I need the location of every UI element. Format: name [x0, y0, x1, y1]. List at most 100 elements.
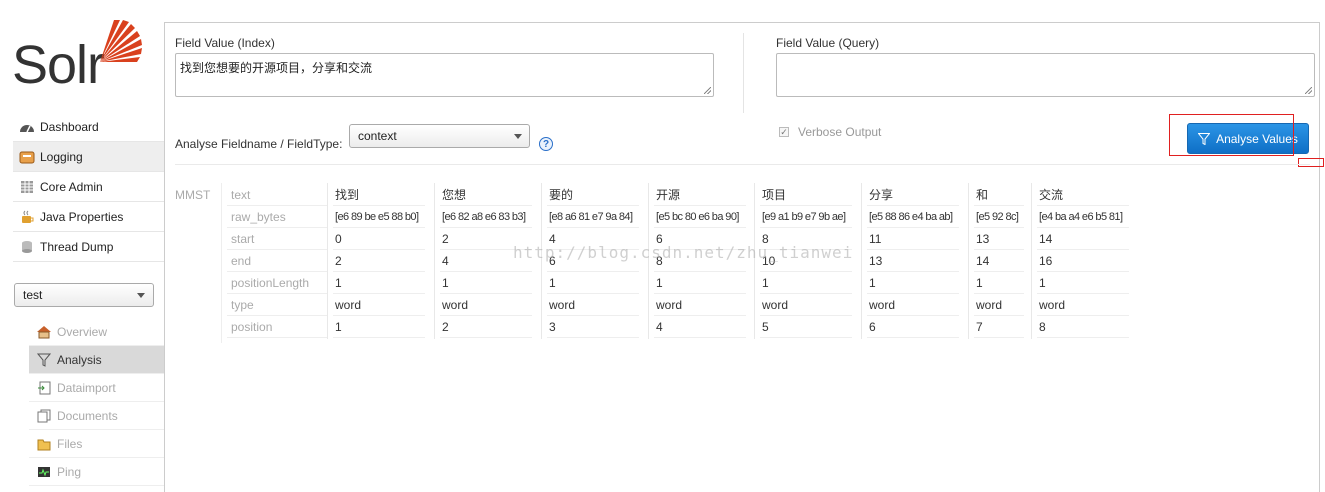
verbose-label: Verbose Output [798, 125, 882, 139]
token-start: 13 [976, 232, 990, 246]
index-field-input[interactable]: 找到您想要的开源项目，分享和交流 [175, 53, 714, 97]
core-nav-label: Files [57, 436, 83, 451]
cell-divider [333, 249, 425, 250]
chevron-down-icon [514, 134, 522, 139]
row-divider [227, 337, 327, 338]
cell-divider [440, 271, 532, 272]
resize-grip-icon[interactable] [1305, 87, 1312, 94]
token-text: 开源 [656, 188, 681, 202]
dashboard-icon [19, 120, 35, 134]
nav-java-properties[interactable]: Java Properties [13, 202, 164, 232]
cell-divider [654, 271, 746, 272]
java-icon [19, 210, 35, 224]
funnel-icon [36, 353, 52, 367]
cell-divider [654, 337, 746, 338]
token-end: 13 [869, 254, 883, 268]
token-position: 4 [656, 320, 663, 334]
cell-divider [867, 271, 959, 272]
token-positionLength: 1 [656, 276, 663, 290]
column-divider [743, 33, 744, 113]
help-icon[interactable]: ? [539, 137, 553, 151]
nav-dashboard[interactable]: Dashboard [13, 112, 164, 142]
cell-divider [440, 227, 532, 228]
solr-logo[interactable]: Solr [12, 18, 152, 93]
column-divider [327, 183, 328, 339]
core-nav-label: Documents [57, 408, 118, 423]
token-position: 1 [335, 320, 342, 334]
token-type: word [869, 298, 896, 312]
token-position: 3 [549, 320, 556, 334]
property-name: text [231, 188, 251, 202]
solr-sun-icon [100, 20, 142, 62]
core-admin-icon [19, 180, 35, 194]
token-positionLength: 1 [762, 276, 769, 290]
cell-divider [547, 271, 639, 272]
watermark: http://blog.csdn.net/zhu_tianwei [513, 243, 854, 262]
token-start: 2 [442, 232, 449, 246]
core-nav-overview[interactable]: Overview [29, 318, 164, 346]
query-field-input[interactable] [776, 53, 1315, 97]
property-name: position [231, 320, 273, 334]
column-divider [1031, 183, 1032, 339]
nav-thread-dump[interactable]: Thread Dump [13, 232, 164, 262]
token-raw_bytes: [e5 92 8c] [976, 211, 1019, 223]
token-positionLength: 1 [335, 276, 342, 290]
fieldtype-label: Analyse Fieldname / FieldType: [175, 137, 343, 151]
column-divider [861, 183, 862, 339]
column-divider [434, 183, 435, 339]
analyzer-divider [221, 183, 222, 343]
home-icon [36, 325, 52, 339]
analyzer-name: MMST [175, 188, 211, 202]
cell-divider [440, 337, 532, 338]
token-type: word [442, 298, 469, 312]
property-name: start [231, 232, 255, 246]
core-nav-documents[interactable]: Documents [29, 402, 164, 430]
token-position: 8 [1039, 320, 1046, 334]
section-divider [175, 164, 1310, 165]
core-nav-label: Dataimport [57, 380, 116, 395]
cell-divider [547, 227, 639, 228]
token-text: 要的 [549, 188, 574, 202]
cell-divider [867, 315, 959, 316]
nav-label: Dashboard [40, 119, 99, 134]
token-raw_bytes: [e8 a6 81 e7 9a 84] [549, 211, 633, 223]
token-type: word [1039, 298, 1066, 312]
token-positionLength: 1 [442, 276, 449, 290]
main-nav: Dashboard Logging Core Admin Java Proper… [13, 112, 164, 262]
core-nav: Overview Analysis Dataimport Documents F… [29, 318, 164, 486]
verbose-output-toggle[interactable]: ✓ Verbose Output [779, 125, 881, 139]
token-raw_bytes: [e6 89 be e5 88 b0] [335, 211, 419, 223]
index-field-value: 找到您想要的开源项目，分享和交流 [180, 61, 373, 75]
fieldtype-value: context [358, 129, 397, 143]
token-end: 14 [976, 254, 990, 268]
nav-logging[interactable]: Logging [13, 142, 164, 172]
core-selector[interactable]: test [14, 283, 154, 307]
token-positionLength: 1 [976, 276, 983, 290]
column-divider [968, 183, 969, 339]
nav-label: Thread Dump [40, 239, 114, 254]
verbose-checkbox[interactable]: ✓ [779, 127, 789, 137]
nav-core-admin[interactable]: Core Admin [13, 172, 164, 202]
token-start: 0 [335, 232, 342, 246]
cell-divider [760, 271, 852, 272]
core-nav-analysis[interactable]: Analysis [29, 346, 164, 374]
token-text: 分享 [869, 188, 894, 202]
core-nav-dataimport[interactable]: Dataimport [29, 374, 164, 402]
chevron-down-icon [137, 293, 145, 298]
cell-divider [1037, 271, 1129, 272]
core-selector-value: test [23, 288, 43, 302]
logging-icon [19, 150, 35, 164]
cell-divider [1037, 337, 1129, 338]
token-position: 6 [869, 320, 876, 334]
fieldtype-select[interactable]: context [349, 124, 530, 148]
token-text: 和 [976, 188, 989, 202]
token-type: word [335, 298, 362, 312]
cell-divider [547, 315, 639, 316]
resize-grip-icon[interactable] [704, 87, 711, 94]
cell-divider [974, 337, 1024, 338]
cell-divider [867, 337, 959, 338]
core-nav-ping[interactable]: Ping [29, 458, 164, 486]
token-type: word [762, 298, 789, 312]
core-nav-files[interactable]: Files [29, 430, 164, 458]
cell-divider [1037, 315, 1129, 316]
